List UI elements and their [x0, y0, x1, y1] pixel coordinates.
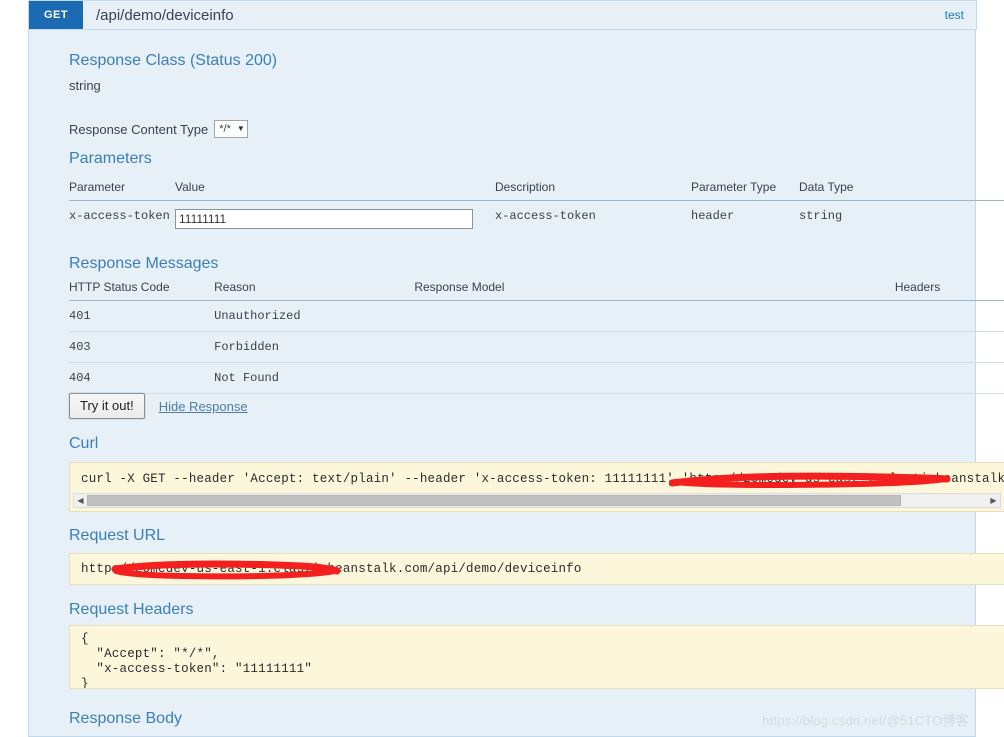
reason-cell: Unauthorized	[214, 300, 415, 332]
curl-heading: Curl	[69, 435, 99, 452]
param-value-cell	[175, 201, 495, 238]
headers-cell	[894, 300, 1004, 332]
response-class-heading: Response Class (Status 200)	[69, 52, 278, 69]
param-description-cell: x-access-token	[495, 209, 596, 223]
param-value-input[interactable]	[175, 209, 473, 229]
reason-cell: Forbidden	[214, 331, 415, 363]
col-parameter-type: Parameter Type	[691, 176, 799, 201]
col-description: Description	[495, 176, 691, 201]
tryout-row: Try it out! Hide Response	[69, 393, 248, 419]
response-content-type-select[interactable]: */* ▼	[214, 120, 248, 138]
request-url-heading: Request URL	[69, 527, 166, 544]
parameters-table-wrapper: Parameter Value Description Parameter Ty…	[69, 176, 1004, 237]
curl-horizontal-scrollbar[interactable]: ◀ ▶	[73, 493, 1001, 508]
response-content-type-row: Response Content Type */* ▼	[69, 120, 248, 138]
chevron-down-icon: ▼	[236, 124, 245, 133]
response-messages-table-wrapper: HTTP Status Code Reason Response Model H…	[69, 280, 1004, 394]
curl-command-text: curl -X GET --header 'Accept: text/plain…	[81, 472, 1004, 486]
headers-cell	[894, 331, 1004, 363]
col-http-status-code: HTTP Status Code	[69, 280, 215, 301]
scroll-left-arrow-icon[interactable]: ◀	[74, 494, 87, 507]
parameters-heading: Parameters	[69, 150, 152, 167]
reason-cell: Not Found	[214, 362, 415, 394]
col-headers: Headers	[894, 280, 1004, 301]
headers-cell	[894, 362, 1004, 394]
api-operation-block: GET /api/demo/deviceinfo test Response C…	[28, 0, 1004, 737]
model-cell	[414, 300, 895, 332]
request-headers-json: { "Accept": "*/*", "x-access-token": "11…	[81, 632, 313, 689]
hide-response-link[interactable]: Hide Response	[159, 399, 248, 414]
col-response-model: Response Model	[414, 280, 895, 301]
response-messages-heading: Response Messages	[69, 255, 219, 272]
request-url-text: http://zomedev-us-east-1.elasticbeanstal…	[81, 562, 582, 576]
scroll-right-arrow-icon[interactable]: ▶	[987, 494, 1000, 507]
http-method-badge: GET	[29, 1, 83, 29]
test-link[interactable]: test	[945, 1, 976, 29]
col-reason: Reason	[214, 280, 415, 301]
operation-header[interactable]: GET /api/demo/deviceinfo test	[28, 0, 977, 30]
status-code-cell: 404	[69, 362, 215, 394]
table-row: 404 Not Found	[69, 362, 1004, 394]
request-url-box[interactable]: http://zomedev-us-east-1.elasticbeanstal…	[69, 553, 1004, 585]
col-value: Value	[175, 176, 495, 201]
status-code-cell: 401	[69, 300, 215, 332]
response-content-type-label: Response Content Type	[69, 121, 209, 137]
response-body-heading: Response Body	[69, 710, 182, 727]
try-it-out-button[interactable]: Try it out!	[69, 393, 145, 419]
table-row: 403 Forbidden	[69, 331, 1004, 363]
request-headers-box: { "Accept": "*/*", "x-access-token": "11…	[69, 625, 1004, 689]
table-row: 401 Unauthorized	[69, 300, 1004, 332]
col-data-type: Data Type	[799, 176, 1004, 201]
param-name-cell: x-access-token	[69, 209, 170, 223]
curl-command-box[interactable]: curl -X GET --header 'Accept: text/plain…	[69, 462, 1004, 512]
model-cell	[414, 331, 895, 363]
param-datatype-cell: string	[799, 209, 843, 223]
parameters-table-header-row: Parameter Value Description Parameter Ty…	[69, 176, 1004, 201]
model-cell	[414, 362, 895, 394]
scrollbar-thumb[interactable]	[87, 495, 901, 506]
request-headers-heading: Request Headers	[69, 601, 194, 618]
col-parameter: Parameter	[69, 176, 175, 201]
status-code-cell: 403	[69, 331, 215, 363]
parameters-table: Parameter Value Description Parameter Ty…	[69, 176, 1004, 237]
response-content-type-value: */*	[219, 123, 231, 135]
response-messages-header-row: HTTP Status Code Reason Response Model H…	[69, 280, 1004, 301]
response-class-type: string	[69, 78, 101, 93]
operation-path[interactable]: /api/demo/deviceinfo	[83, 1, 945, 29]
watermark: https://blog.csdn.net/@51CTO博客	[762, 713, 969, 728]
table-row: x-access-token x-access-token header str…	[69, 201, 1004, 238]
param-type-cell: header	[691, 209, 735, 223]
response-messages-table: HTTP Status Code Reason Response Model H…	[69, 280, 1004, 394]
